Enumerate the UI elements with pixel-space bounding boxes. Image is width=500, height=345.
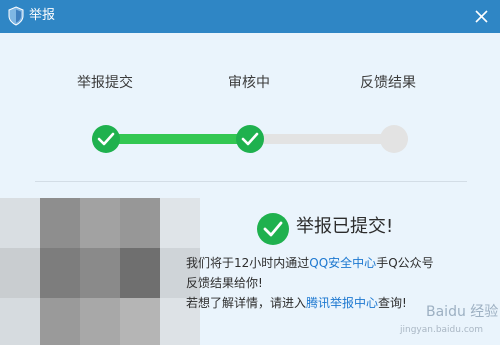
divider bbox=[35, 181, 467, 182]
watermark-sub: jingyan.baidu.com bbox=[400, 325, 484, 335]
step-label-submit: 举报提交 bbox=[77, 75, 133, 91]
result-line-1-suffix: 手Q公众号 bbox=[376, 256, 434, 270]
step-node-submit bbox=[92, 125, 120, 153]
step-node-result bbox=[380, 125, 408, 153]
result-line-2: 反馈结果给你! bbox=[186, 276, 263, 290]
watermark-main: Baidu 经验 bbox=[426, 304, 499, 320]
step-node-review bbox=[236, 125, 264, 153]
step-label-result: 反馈结果 bbox=[360, 75, 416, 91]
check-icon bbox=[263, 221, 283, 237]
check-icon bbox=[97, 132, 115, 146]
step-label-review: 审核中 bbox=[228, 75, 270, 91]
window-titlebar: 举报 bbox=[0, 0, 500, 33]
success-icon bbox=[257, 213, 289, 245]
close-button[interactable] bbox=[462, 0, 500, 33]
blurred-image bbox=[0, 198, 200, 345]
shield-icon bbox=[6, 6, 26, 26]
result-line-1: 我们将于12小时内通过QQ安全中心手Q公众号 bbox=[186, 255, 434, 271]
check-icon bbox=[241, 132, 259, 146]
result-line-1-prefix: 我们将于12小时内通过 bbox=[186, 256, 310, 270]
tencent-report-center-link[interactable]: 腾讯举报中心 bbox=[306, 296, 378, 310]
result-line-3: 若想了解详情，请进入腾讯举报中心查询! bbox=[186, 295, 407, 311]
success-title: 举报已提交! bbox=[296, 216, 394, 237]
qq-security-center-link[interactable]: QQ安全中心 bbox=[309, 256, 376, 270]
window-title: 举报 bbox=[29, 8, 56, 23]
result-line-3-prefix: 若想了解详情，请进入 bbox=[186, 296, 307, 310]
watermark: Baidu 经验 jingyan.baidu.com bbox=[400, 299, 499, 341]
report-panel: 举报提交 审核中 反馈结果 举报已提交! 我们将于12小时内通过QQ安全中心手Q… bbox=[0, 33, 500, 345]
close-icon bbox=[475, 10, 488, 23]
